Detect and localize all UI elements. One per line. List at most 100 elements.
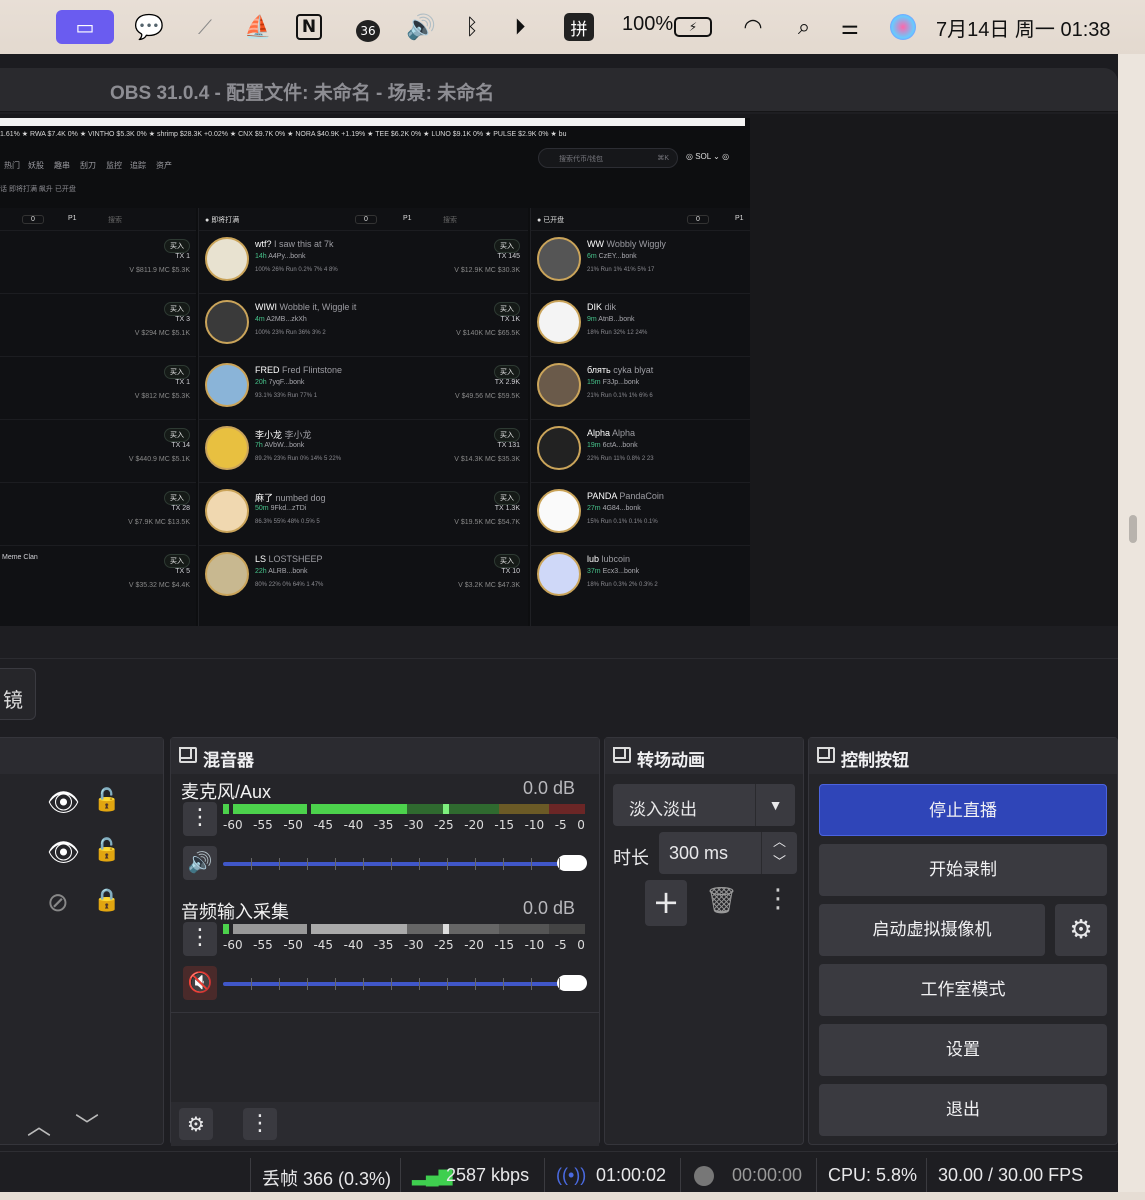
menubar-clock[interactable]: 7月14日 周一 01:38: [936, 13, 1111, 42]
spin-arrows-icon[interactable]: ︿ ﹀: [761, 832, 797, 874]
buy-button[interactable]: 买入: [164, 365, 190, 379]
token-symbol: 麻了: [255, 493, 276, 503]
meter-tick: 0: [577, 938, 585, 952]
control-center-icon[interactable]: ⚌: [834, 10, 866, 44]
buy-button[interactable]: 买入: [164, 491, 190, 505]
buy-button[interactable]: 买入: [164, 428, 190, 442]
mixer-menu-button[interactable]: ⋮: [243, 1108, 277, 1140]
add-transition-button[interactable]: +: [645, 880, 687, 926]
volume-icon[interactable]: 🔊: [183, 846, 217, 880]
gear-icon[interactable]: ⚙: [1055, 904, 1107, 956]
window-titlebar[interactable]: OBS 31.0.4 - 配置文件: 未命名 - 场景: 未命名: [0, 68, 1118, 112]
scrollbar-thumb[interactable]: [1129, 515, 1137, 543]
transition-menu-button[interactable]: ⋮: [765, 884, 791, 914]
start-recording-button[interactable]: 开始录制: [819, 844, 1107, 896]
start-virtual-camera-button[interactable]: 启动虚拟摄像机: [819, 904, 1045, 956]
visible-eye-icon[interactable]: 👁: [47, 838, 80, 868]
token-avatar: [537, 489, 581, 533]
volume-slider-knob[interactable]: [557, 975, 587, 991]
volume-slider[interactable]: [223, 975, 587, 991]
channel-db: 0.0 dB: [522, 778, 575, 798]
buy-button[interactable]: 买入: [494, 302, 520, 316]
token-meta: 22h ALRB...bonk: [255, 568, 308, 575]
scene-strip: [0, 658, 1118, 728]
play-icon[interactable]: ⏵: [506, 10, 534, 44]
siri-icon[interactable]: [890, 14, 916, 40]
volume-icon[interactable]: 🔊: [404, 10, 438, 44]
token-name: Alpha Alpha: [587, 428, 635, 438]
token-card: блять cyka blyat 15m F3Jp...bonk 21% Run 0…: [531, 356, 750, 418]
trash-icon[interactable]: 🗑: [705, 886, 738, 916]
hidden-eye-icon[interactable]: ⊘: [47, 888, 69, 918]
preview-area[interactable]: 1.61% ★ RWA $7.4K 0% ★ VINTHO $5.3K 0% ★…: [0, 114, 1118, 626]
app-icon[interactable]: ⛵: [242, 10, 274, 44]
status-separator: [544, 1158, 545, 1194]
battery-icon[interactable]: ⚡: [674, 17, 712, 37]
meter-tick: -35: [373, 818, 394, 832]
channel-menu-button[interactable]: ⋮: [183, 802, 217, 836]
buy-button[interactable]: 买入: [164, 239, 190, 253]
token-age: 20h: [255, 379, 267, 386]
notion-icon[interactable]: N: [296, 14, 322, 40]
token-symbol: Alpha: [587, 428, 613, 438]
token-age: 15m: [587, 379, 601, 386]
chevron-down-icon[interactable]: ▼: [755, 784, 795, 826]
dropped-frames: 丢帧 366 (0.3%): [262, 1169, 392, 1189]
meter-tick: -30: [403, 818, 424, 832]
locked-icon[interactable]: 🔒: [93, 888, 120, 913]
column-title-text: 已开盘: [543, 217, 565, 224]
duration-value: 300 ms: [669, 843, 729, 863]
token-avatar: [537, 552, 581, 596]
slider-tick: [363, 858, 364, 870]
token-address: AtnB...bonk: [596, 316, 635, 323]
slider-tick: [335, 978, 336, 990]
buy-button[interactable]: 买入: [494, 491, 520, 505]
muted-speaker-icon[interactable]: 🔇: [183, 966, 217, 1000]
filters-button[interactable]: 镜: [0, 668, 36, 720]
wechat-icon[interactable]: 💬: [132, 10, 166, 44]
token-name: wtf? I saw this at 7k: [255, 239, 334, 249]
buy-button[interactable]: 买入: [494, 239, 520, 253]
gear-icon[interactable]: ⚙: [179, 1108, 213, 1140]
slider-tick: [391, 978, 392, 990]
unlocked-icon[interactable]: 🔓: [93, 788, 120, 813]
bluetooth-icon[interactable]: ᛒ: [460, 10, 484, 44]
column-title: ● 即将打满: [205, 217, 240, 224]
studio-mode-button[interactable]: 工作室模式: [819, 964, 1107, 1016]
meter-tick: -50: [283, 818, 303, 832]
unlocked-icon[interactable]: 🔓: [93, 838, 120, 863]
badge-app-icon[interactable]: 36: [348, 10, 382, 44]
dock-float-icon[interactable]: [179, 747, 197, 763]
dock-float-icon[interactable]: [613, 747, 631, 763]
screen-share-icon[interactable]: ▭: [56, 10, 114, 44]
buy-button[interactable]: 买入: [494, 554, 520, 568]
search-icon[interactable]: ⌕: [790, 10, 818, 44]
exit-button[interactable]: 退出: [819, 1084, 1107, 1136]
move-up-icon[interactable]: ︿: [27, 1106, 51, 1141]
slider-tick: [531, 858, 532, 870]
volume-slider[interactable]: [223, 855, 587, 871]
transition-select[interactable]: 淡入淡出 ▼: [613, 784, 795, 826]
token-tx: TX 145: [497, 253, 520, 260]
slider-tick: [503, 858, 504, 870]
dock-float-icon[interactable]: [817, 747, 835, 763]
input-method-icon[interactable]: 拼: [564, 13, 594, 41]
buy-button[interactable]: 买入: [494, 365, 520, 379]
wifi-icon[interactable]: ◠: [738, 10, 768, 44]
token-meta: 37m Ecx3...bonk: [587, 568, 639, 575]
token-tx: TX 10: [501, 568, 520, 575]
buy-button[interactable]: 买入: [494, 428, 520, 442]
mixer-channel-audio-input: 音频输入采集 0.0 dB -60 -55 -50 -45 -40 -35 -30 -25 -2…: [179, 898, 589, 1016]
duration-spinbox[interactable]: 300 ms ︿ ﹀: [659, 832, 797, 874]
signal-icon[interactable]: ⟋: [190, 10, 220, 44]
buy-button[interactable]: 买入: [164, 302, 190, 316]
settings-button[interactable]: 设置: [819, 1024, 1107, 1076]
volume-slider-knob[interactable]: [557, 855, 587, 871]
token-age: 19m: [587, 442, 601, 449]
move-down-icon[interactable]: ﹀: [75, 1106, 99, 1141]
stop-streaming-button[interactable]: 停止直播: [819, 784, 1107, 836]
meter-tick: -20: [464, 938, 484, 952]
channel-menu-button[interactable]: ⋮: [183, 922, 217, 956]
buy-button[interactable]: 买入: [164, 554, 190, 568]
visible-eye-icon[interactable]: 👁: [47, 788, 80, 818]
